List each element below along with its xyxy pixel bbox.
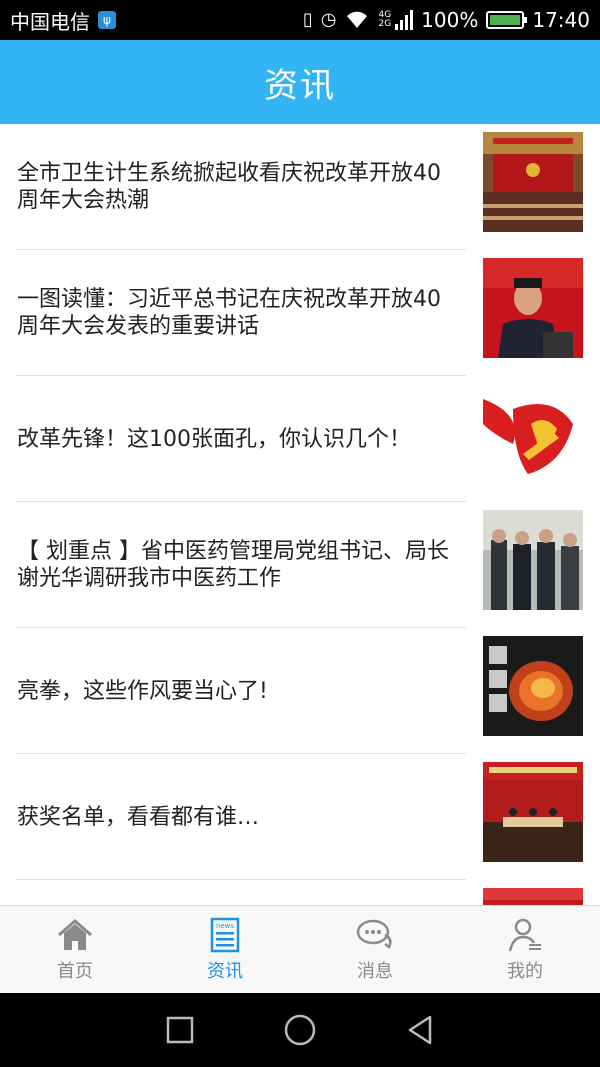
news-item[interactable]: 改革先锋！这100张面孔，你认识几个！ (0, 376, 600, 502)
back-square-icon[interactable] (162, 1012, 198, 1048)
home-icon (58, 918, 92, 950)
bottom-tab-bar: 首页 news 资讯 消息 我的 (0, 905, 600, 993)
battery-percent: 100% (421, 8, 479, 32)
news-list[interactable]: 全市卫生计生系统掀起收看庆祝改革开放40周年大会热潮 一图读懂：习近平总书记在庆… (0, 124, 600, 905)
news-item[interactable]: 亮拳，这些作风要当心了! (0, 628, 600, 754)
group-visit-photo (483, 510, 583, 610)
alarm-icon: ◷ (320, 9, 337, 30)
news-item[interactable] (0, 880, 600, 905)
fire-fist-photo (483, 636, 583, 736)
svg-text:news: news (216, 922, 234, 930)
tab-label: 消息 (357, 960, 393, 982)
news-title: 一图读懂：习近平总书记在庆祝改革开放40周年大会发表的重要讲话 (17, 287, 441, 339)
news-title: 【 划重点 】省中医药管理局党组书记、局长谢光华调研我市中医药工作 (17, 539, 449, 591)
tab-label: 首页 (57, 960, 93, 982)
news-item[interactable]: 一图读懂：习近平总书记在庆祝改革开放40周年大会发表的重要讲话 (0, 250, 600, 376)
news-icon: news (210, 917, 240, 952)
profile-icon (508, 918, 541, 951)
battery-icon (486, 11, 528, 29)
news-title: 获奖名单，看看都有谁… (17, 804, 260, 830)
tab-home[interactable]: 首页 (0, 906, 150, 993)
party-emblem-photo (483, 384, 583, 484)
usb-icon: ψ (98, 11, 116, 29)
network-type-label: 4G 2G (378, 10, 392, 29)
system-nav-bar (0, 993, 600, 1067)
tab-news[interactable]: news 资讯 (150, 906, 300, 993)
tab-profile[interactable]: 我的 (450, 906, 600, 993)
news-item[interactable]: 获奖名单，看看都有谁… (0, 754, 600, 880)
app-header: 资讯 (0, 40, 600, 124)
wifi-icon (347, 11, 368, 29)
tab-messages[interactable]: 消息 (300, 906, 450, 993)
status-bar: 中国电信 ψ ▯ ◷ 4G 2G 100% 17:40 (0, 0, 600, 40)
page-title: 资讯 (264, 65, 336, 106)
home-circle-icon[interactable] (282, 1012, 318, 1048)
vibrate-icon: ▯ (302, 9, 313, 30)
back-triangle-icon[interactable] (402, 1012, 438, 1048)
conference-hall-photo (483, 132, 583, 232)
tab-label: 我的 (507, 960, 543, 982)
award-stage-photo (483, 762, 583, 862)
speaker-photo (483, 258, 583, 358)
red-banner-photo (483, 888, 583, 905)
chat-icon (356, 919, 392, 949)
carrier-name: 中国电信 (10, 9, 90, 34)
signal-icon (395, 10, 414, 30)
news-title: 全市卫生计生系统掀起收看庆祝改革开放40周年大会热潮 (17, 161, 441, 213)
news-title: 改革先锋！这100张面孔，你认识几个！ (17, 426, 411, 452)
news-item[interactable]: 全市卫生计生系统掀起收看庆祝改革开放40周年大会热潮 (0, 124, 600, 250)
news-item[interactable]: 【 划重点 】省中医药管理局党组书记、局长谢光华调研我市中医药工作 (0, 502, 600, 628)
tab-label: 资讯 (207, 960, 243, 982)
news-title: 亮拳，这些作风要当心了! (17, 678, 268, 704)
clock: 17:40 (532, 8, 590, 32)
